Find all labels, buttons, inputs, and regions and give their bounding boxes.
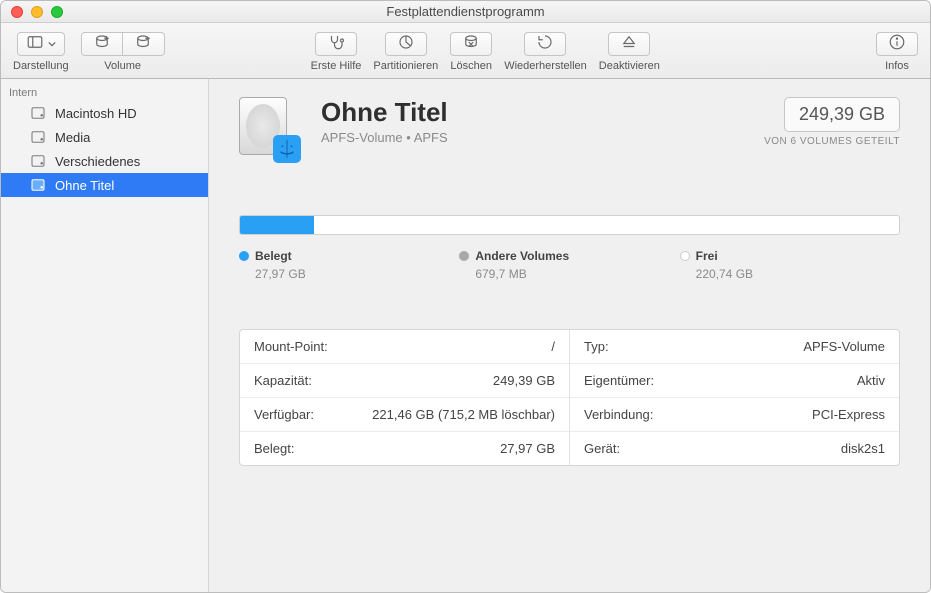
capacity-box: 249,39 GB VON 6 VOLUMES GETEILT: [764, 97, 900, 147]
detail-row: Belegt:27,97 GB: [240, 432, 569, 465]
volume-remove-button[interactable]: [123, 32, 165, 56]
sidebar-item-ohne-titel[interactable]: Ohne Titel: [1, 173, 208, 197]
sidebar-item-label: Media: [55, 130, 90, 145]
finder-badge-icon: [273, 135, 301, 163]
legend-free: Frei 220,74 GB: [680, 249, 900, 281]
view-button[interactable]: [17, 32, 65, 56]
legend-used-value: 27,97 GB: [255, 267, 459, 281]
toolbar-erase-group: Löschen: [450, 32, 492, 72]
dot-used: [239, 251, 249, 261]
first-aid-label: Erste Hilfe: [311, 60, 362, 72]
volume-add-button[interactable]: [81, 32, 123, 56]
window-title: Festplattendienstprogramm: [1, 4, 930, 19]
erase-button[interactable]: [450, 32, 492, 56]
drive-icon: [29, 176, 47, 194]
usage-legend: Belegt 27,97 GB Andere Volumes 679,7 MB …: [239, 249, 900, 281]
view-label: Darstellung: [13, 60, 69, 72]
volume-remove-icon: [134, 33, 152, 54]
eject-icon: [620, 33, 638, 54]
volume-add-icon: [93, 33, 111, 54]
toolbar-first-aid-group: Erste Hilfe: [311, 32, 362, 72]
restore-button[interactable]: [524, 32, 566, 56]
chevron-down-icon: [48, 37, 56, 51]
detail-row: Verbindung:PCI-Express: [570, 398, 899, 432]
drive-icon: [29, 152, 47, 170]
toolbar: Darstellung Volume: [1, 23, 930, 79]
details-table: Mount-Point:/ Kapazität:249,39 GB Verfüg…: [239, 329, 900, 466]
drive-icon: [29, 128, 47, 146]
partition-label: Partitionieren: [373, 60, 438, 72]
volume-subtitle: APFS-Volume • APFS: [321, 130, 764, 145]
toolbar-unmount-group: Deaktivieren: [599, 32, 660, 72]
sidebar-item-label: Verschiedenes: [55, 154, 140, 169]
legend-used: Belegt 27,97 GB: [239, 249, 459, 281]
toolbar-restore-group: Wiederherstellen: [504, 32, 587, 72]
zoom-button[interactable]: [51, 6, 63, 18]
usage-section: Belegt 27,97 GB Andere Volumes 679,7 MB …: [239, 215, 900, 281]
minimize-button[interactable]: [31, 6, 43, 18]
toolbar-info-group: Infos: [876, 32, 918, 72]
volume-label: Volume: [104, 60, 141, 72]
content: Intern Macintosh HD Media Verschiedenes: [1, 79, 930, 592]
detail-row: Kapazität:249,39 GB: [240, 364, 569, 398]
sidebar-item-label: Ohne Titel: [55, 178, 114, 193]
legend-other-value: 679,7 MB: [475, 267, 679, 281]
sidebar-section-header: Intern: [1, 83, 208, 101]
volume-title-block: Ohne Titel APFS-Volume • APFS: [321, 97, 764, 145]
sidebar-icon: [26, 33, 44, 54]
detail-row: Eigentümer:Aktiv: [570, 364, 899, 398]
usage-seg-used: [240, 216, 314, 234]
details-right: Typ:APFS-Volume Eigentümer:Aktiv Verbind…: [570, 330, 899, 465]
sidebar-item-macintosh-hd[interactable]: Macintosh HD: [1, 101, 208, 125]
detail-row: Mount-Point:/: [240, 330, 569, 364]
erase-label: Löschen: [450, 60, 492, 72]
unmount-label: Deaktivieren: [599, 60, 660, 72]
detail-row: Typ:APFS-Volume: [570, 330, 899, 364]
window: Festplattendienstprogramm Darstellung: [0, 0, 931, 593]
volume-name: Ohne Titel: [321, 97, 764, 128]
volume-icon: [239, 97, 303, 161]
info-icon: [888, 33, 906, 54]
legend-other-label: Andere Volumes: [475, 249, 569, 263]
usage-bar: [239, 215, 900, 235]
main-panel: Ohne Titel APFS-Volume • APFS 249,39 GB …: [209, 79, 930, 592]
erase-icon: [462, 33, 480, 54]
dot-free: [680, 251, 690, 261]
legend-used-label: Belegt: [255, 249, 292, 263]
info-button[interactable]: [876, 32, 918, 56]
legend-free-value: 220,74 GB: [696, 267, 900, 281]
sidebar-item-label: Macintosh HD: [55, 106, 137, 121]
restore-label: Wiederherstellen: [504, 60, 587, 72]
toolbar-partition-group: Partitionieren: [373, 32, 438, 72]
drive-icon: [29, 104, 47, 122]
traffic-lights: [1, 6, 63, 18]
legend-other: Andere Volumes 679,7 MB: [459, 249, 679, 281]
close-button[interactable]: [11, 6, 23, 18]
first-aid-button[interactable]: [315, 32, 357, 56]
sidebar: Intern Macintosh HD Media Verschiedenes: [1, 79, 209, 592]
detail-row: Gerät:disk2s1: [570, 432, 899, 465]
toolbar-volume-group: Volume: [81, 32, 165, 72]
pie-icon: [397, 33, 415, 54]
legend-free-label: Frei: [696, 249, 718, 263]
volume-header: Ohne Titel APFS-Volume • APFS 249,39 GB …: [239, 97, 900, 161]
details-left: Mount-Point:/ Kapazität:249,39 GB Verfüg…: [240, 330, 570, 465]
sidebar-item-verschiedenes[interactable]: Verschiedenes: [1, 149, 208, 173]
capacity-sub: VON 6 VOLUMES GETEILT: [764, 136, 900, 147]
sidebar-item-media[interactable]: Media: [1, 125, 208, 149]
titlebar: Festplattendienstprogramm: [1, 1, 930, 23]
toolbar-view-group: Darstellung: [13, 32, 69, 72]
partition-button[interactable]: [385, 32, 427, 56]
info-label: Infos: [885, 60, 909, 72]
detail-row: Verfügbar:221,46 GB (715,2 MB löschbar): [240, 398, 569, 432]
capacity-badge: 249,39 GB: [784, 97, 900, 132]
unmount-button[interactable]: [608, 32, 650, 56]
stethoscope-icon: [327, 33, 345, 54]
dot-other: [459, 251, 469, 261]
restore-icon: [536, 33, 554, 54]
